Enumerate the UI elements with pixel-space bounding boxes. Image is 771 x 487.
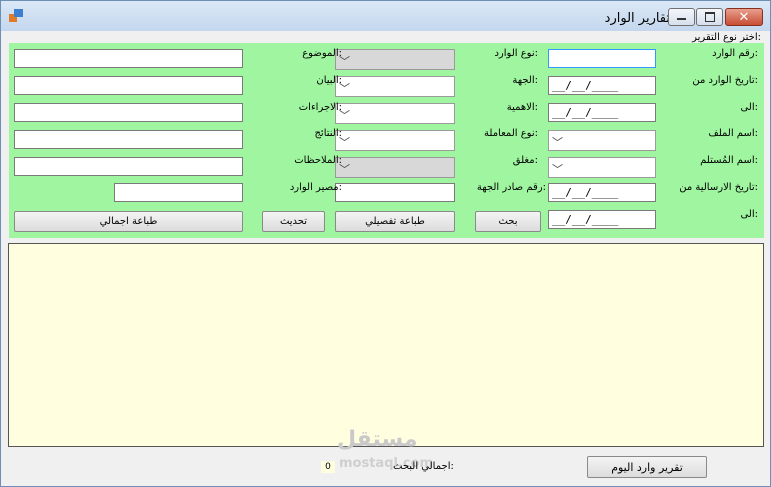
- closed-select[interactable]: ﹀: [335, 157, 455, 178]
- close-button[interactable]: ✕: [725, 8, 763, 26]
- subject-label: الموضوع:: [302, 48, 342, 59]
- statement-label: البيان:: [316, 75, 342, 86]
- notes-input[interactable]: [14, 157, 243, 176]
- incoming-number-label: رقم الوارد:: [712, 48, 758, 59]
- results-label: النتائج:: [314, 128, 342, 139]
- filter-panel: رقم الوارد: نوع الوارد: ﹀ الموضوع: تاريخ…: [9, 43, 764, 238]
- results-input[interactable]: [14, 130, 243, 149]
- chevron-down-icon: ﹀: [552, 136, 563, 149]
- entity-select[interactable]: ﹀: [335, 76, 455, 97]
- send-date-from-label: تاريخ الارسالية من:: [679, 182, 758, 193]
- to-date-2-input[interactable]: __/__/____: [548, 210, 656, 229]
- app-icon: [9, 9, 23, 22]
- maximize-button[interactable]: [696, 8, 723, 26]
- refresh-button[interactable]: تحديث: [262, 211, 325, 232]
- closed-label: مغلق:: [512, 155, 538, 166]
- minimize-icon: [677, 18, 686, 20]
- total-search-label: اجمالي البحث:: [393, 461, 454, 472]
- main-window: تقارير الوارد ✕ اختر نوع التقرير: رقم ال…: [0, 0, 771, 487]
- to-date-1-label: الى:: [740, 102, 758, 113]
- chevron-down-icon: ﹀: [552, 163, 563, 176]
- statement-input[interactable]: [14, 76, 243, 95]
- incoming-fate-input[interactable]: [114, 183, 243, 202]
- to-date-2-label: الى:: [740, 209, 758, 220]
- print-detailed-button[interactable]: طباعة تفصيلي: [335, 211, 455, 232]
- to-date-1-input[interactable]: __/__/____: [548, 103, 656, 122]
- entity-label: الجهة:: [512, 75, 538, 86]
- entity-issued-number-input[interactable]: [335, 183, 455, 202]
- report-type-label: اختر نوع التقرير:: [692, 32, 761, 43]
- results-grid[interactable]: [8, 243, 764, 447]
- incoming-fate-label: مصير الوارد:: [289, 182, 342, 193]
- transaction-type-label: نوع المعاملة:: [484, 128, 538, 139]
- window-title: تقارير الوارد: [604, 11, 670, 26]
- subject-input[interactable]: [14, 49, 243, 68]
- incoming-number-input[interactable]: [548, 49, 656, 68]
- importance-label: الاهمية:: [506, 102, 538, 113]
- importance-select[interactable]: ﹀: [335, 103, 455, 124]
- close-icon: ✕: [738, 9, 750, 25]
- minimize-button[interactable]: [668, 8, 695, 26]
- receiver-name-label: اسم المُستلم:: [700, 155, 758, 166]
- print-total-button[interactable]: طباعة اجمالي: [14, 211, 243, 232]
- watermark-logo: مستقل: [337, 427, 418, 452]
- incoming-type-label: نوع الوارد:: [494, 48, 538, 59]
- actions-label: الاجراءات:: [298, 102, 342, 113]
- receiver-name-select[interactable]: ﹀: [548, 157, 656, 178]
- send-date-from-input[interactable]: __/__/____: [548, 183, 656, 202]
- incoming-type-select[interactable]: ﹀: [335, 49, 455, 70]
- title-bar: تقارير الوارد ✕: [1, 1, 770, 31]
- incoming-date-from-label: تاريخ الوارد من:: [692, 75, 758, 86]
- today-report-button[interactable]: تقرير وارد اليوم: [587, 456, 707, 478]
- notes-label: الملاحظات:: [294, 155, 342, 166]
- file-name-select[interactable]: ﹀: [548, 130, 656, 151]
- incoming-date-from-input[interactable]: __/__/____: [548, 76, 656, 95]
- actions-input[interactable]: [14, 103, 243, 122]
- transaction-type-select[interactable]: ﹀: [335, 130, 455, 151]
- maximize-icon: [704, 12, 715, 22]
- file-name-label: اسم الملف:: [708, 128, 758, 139]
- search-button[interactable]: بحث: [475, 211, 541, 232]
- entity-issued-number-label: رقم صادر الجهة:: [476, 182, 546, 193]
- total-search-value: 0: [321, 461, 335, 473]
